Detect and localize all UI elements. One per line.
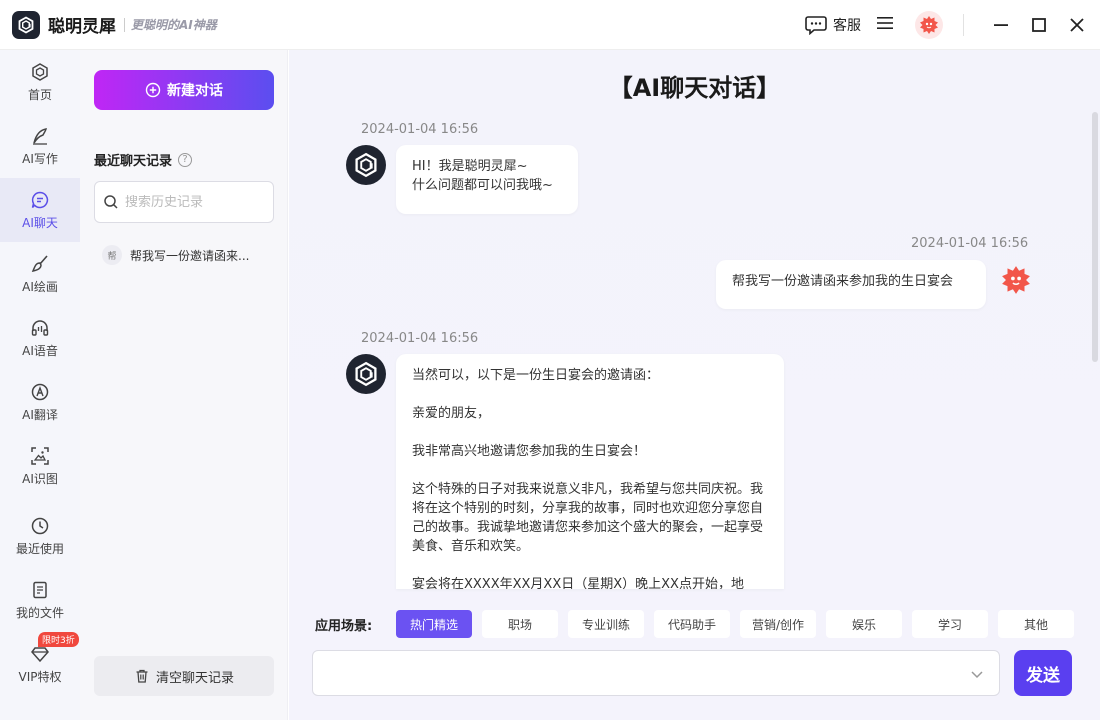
clear-history-button[interactable]: 清空聊天记录 bbox=[94, 656, 274, 696]
bot-avatar-icon bbox=[346, 354, 386, 394]
nav-item-label: AI写作 bbox=[22, 151, 58, 166]
scene-chip-marketing[interactable]: 营销/创作 bbox=[740, 610, 816, 638]
plus-circle-icon bbox=[145, 82, 161, 98]
message-timestamp: 2024-01-04 16:56 bbox=[361, 122, 479, 137]
vip-discount-badge: 限时3折 bbox=[38, 632, 79, 647]
brush-icon bbox=[31, 254, 48, 272]
nav-item-ai-painting[interactable]: AI绘画 bbox=[0, 242, 80, 306]
nav-item-label: VIP特权 bbox=[18, 669, 62, 684]
headphones-icon bbox=[31, 319, 49, 336]
message-paragraph: 我非常高兴地邀请您参加我的生日宴会！ bbox=[412, 444, 647, 459]
new-chat-button[interactable]: 新建对话 bbox=[94, 70, 274, 110]
user-message-bubble: 帮我写一份邀请函来参加我的生日宴会 bbox=[716, 260, 986, 309]
nav-item-label: 最近使用 bbox=[15, 541, 64, 556]
message-input[interactable] bbox=[323, 661, 943, 687]
close-icon bbox=[1070, 18, 1084, 32]
scene-label: 应用场景: bbox=[315, 618, 373, 634]
send-button[interactable]: 发送 bbox=[1014, 650, 1072, 696]
message-text: 帮我写一份邀请函来参加我的生日宴会 bbox=[732, 274, 954, 289]
chat-icon bbox=[31, 191, 49, 208]
help-icon[interactable]: ? bbox=[178, 152, 193, 167]
message-line: HI！我是聪明灵犀~ bbox=[412, 159, 528, 174]
title-bar: 聪明灵犀 更聪明的AI神器 客服 bbox=[0, 0, 1100, 50]
scene-chip-workplace[interactable]: 职场 bbox=[482, 610, 558, 638]
customer-service-button[interactable]: 客服 bbox=[805, 15, 861, 35]
history-item[interactable]: 帮 帮我写一份邀请函来... bbox=[102, 245, 272, 265]
message-paragraph: 亲爱的朋友， bbox=[412, 406, 491, 421]
bot-message-bubble: 当然可以，以下是一份生日宴会的邀请函： 亲爱的朋友， 我非常高兴地邀请您参加我的… bbox=[396, 354, 784, 589]
translate-icon bbox=[31, 383, 49, 400]
customer-service-icon bbox=[805, 16, 827, 35]
chat-history-sidebar: 新建对话 最近聊天记录 ? 帮 帮我写一份邀请函来... 清空聊天记录 bbox=[80, 50, 288, 720]
nav-item-label: AI翻译 bbox=[22, 407, 58, 422]
nav-item-recent[interactable]: 最近使用 bbox=[0, 504, 80, 568]
chat-main: 【AI聊天对话】 2024-01-04 16:56 HI！我是聪明灵犀~ 什么问… bbox=[289, 50, 1100, 720]
nav-item-label: 首页 bbox=[27, 87, 52, 102]
main-nav: 首页 AI写作 AI聊天 AI绘画 AI语音 AI翻译 AI识图 最近使用 我的… bbox=[0, 50, 80, 720]
history-item-text: 帮我写一份邀请函来... bbox=[130, 248, 250, 263]
title-separator bbox=[124, 17, 125, 32]
recent-chats-title: 最近聊天记录 ? bbox=[94, 150, 193, 169]
pen-icon bbox=[33, 127, 48, 145]
search-icon bbox=[104, 195, 118, 209]
minimize-button[interactable] bbox=[982, 0, 1020, 50]
history-item-tag: 帮 bbox=[102, 245, 122, 265]
customer-service-label: 客服 bbox=[833, 18, 861, 34]
chevron-down-icon[interactable] bbox=[969, 666, 985, 686]
clear-history-label: 清空聊天记录 bbox=[155, 670, 234, 686]
history-search-input[interactable] bbox=[125, 194, 265, 210]
nav-item-my-files[interactable]: 我的文件 bbox=[0, 568, 80, 632]
nav-item-label: AI聊天 bbox=[22, 215, 58, 230]
bot-message-bubble: HI！我是聪明灵犀~ 什么问题都可以问我哦~ bbox=[396, 145, 578, 214]
page-title: 【AI聊天对话】 bbox=[608, 74, 781, 102]
nav-item-label: AI语音 bbox=[22, 343, 58, 358]
user-message-avatar-icon bbox=[998, 262, 1034, 298]
scene-chip-code[interactable]: 代码助手 bbox=[654, 610, 730, 638]
nav-item-ai-translate[interactable]: AI翻译 bbox=[0, 370, 80, 434]
nav-item-label: 我的文件 bbox=[15, 605, 64, 620]
minimize-icon bbox=[994, 24, 1008, 26]
nav-item-ai-chat[interactable]: AI聊天 bbox=[0, 178, 80, 242]
app-name: 聪明灵犀 bbox=[48, 17, 116, 37]
message-paragraph: 当然可以，以下是一份生日宴会的邀请函： bbox=[412, 368, 660, 383]
scene-chip-training[interactable]: 专业训练 bbox=[568, 610, 644, 638]
nav-item-label: AI绘画 bbox=[22, 279, 58, 294]
close-button[interactable] bbox=[1058, 0, 1096, 50]
scene-chip-study[interactable]: 学习 bbox=[912, 610, 988, 638]
nav-item-ai-image-recognition[interactable]: AI识图 bbox=[0, 434, 80, 498]
history-search bbox=[94, 181, 274, 223]
scene-chip-entertainment[interactable]: 娱乐 bbox=[826, 610, 902, 638]
scene-bar: 应用场景: 热门精选 职场 专业训练 代码助手 营销/创作 娱乐 学习 其他 bbox=[315, 610, 1075, 638]
maximize-icon bbox=[1032, 18, 1046, 32]
message-timestamp: 2024-01-04 16:56 bbox=[911, 236, 1029, 251]
scene-chip-other[interactable]: 其他 bbox=[998, 610, 1074, 638]
menu-icon[interactable] bbox=[877, 16, 893, 34]
message-paragraph: 宴会将在XXXX年XX月XX日（星期X）晚上XX点开始，地 bbox=[412, 577, 744, 589]
recent-chats-label: 最近聊天记录 bbox=[94, 154, 173, 169]
app-slogan: 更聪明的AI神器 bbox=[131, 18, 217, 32]
user-avatar-icon[interactable] bbox=[915, 11, 943, 39]
maximize-button[interactable] bbox=[1020, 0, 1058, 50]
nav-item-ai-voice[interactable]: AI语音 bbox=[0, 306, 80, 370]
image-scan-icon bbox=[31, 446, 49, 465]
nav-item-label: AI识图 bbox=[22, 471, 58, 486]
nav-item-ai-writing[interactable]: AI写作 bbox=[0, 114, 80, 178]
message-composer bbox=[312, 650, 1000, 696]
history-icon bbox=[31, 517, 49, 534]
app-logo-icon bbox=[12, 10, 40, 39]
file-icon bbox=[33, 581, 47, 598]
home-icon bbox=[32, 62, 48, 81]
bot-avatar-icon bbox=[346, 145, 386, 185]
trash-icon bbox=[136, 669, 148, 683]
title-bar-actions: 客服 bbox=[805, 0, 1100, 50]
scene-chip-hot[interactable]: 热门精选 bbox=[396, 610, 472, 638]
chat-scrollbar[interactable] bbox=[1092, 112, 1098, 362]
message-line: 什么问题都可以问我哦~ bbox=[412, 178, 553, 193]
message-paragraph: 这个特殊的日子对我来说意义非凡，我希望与您共同庆祝。我将在这个特别的时刻，分享我… bbox=[412, 482, 764, 554]
nav-item-vip[interactable]: 限时3折 VIP特权 bbox=[0, 632, 80, 696]
message-timestamp: 2024-01-04 16:56 bbox=[361, 331, 479, 346]
nav-item-home[interactable]: 首页 bbox=[0, 50, 80, 114]
title-divider bbox=[963, 14, 964, 36]
new-chat-label: 新建对话 bbox=[167, 83, 223, 99]
